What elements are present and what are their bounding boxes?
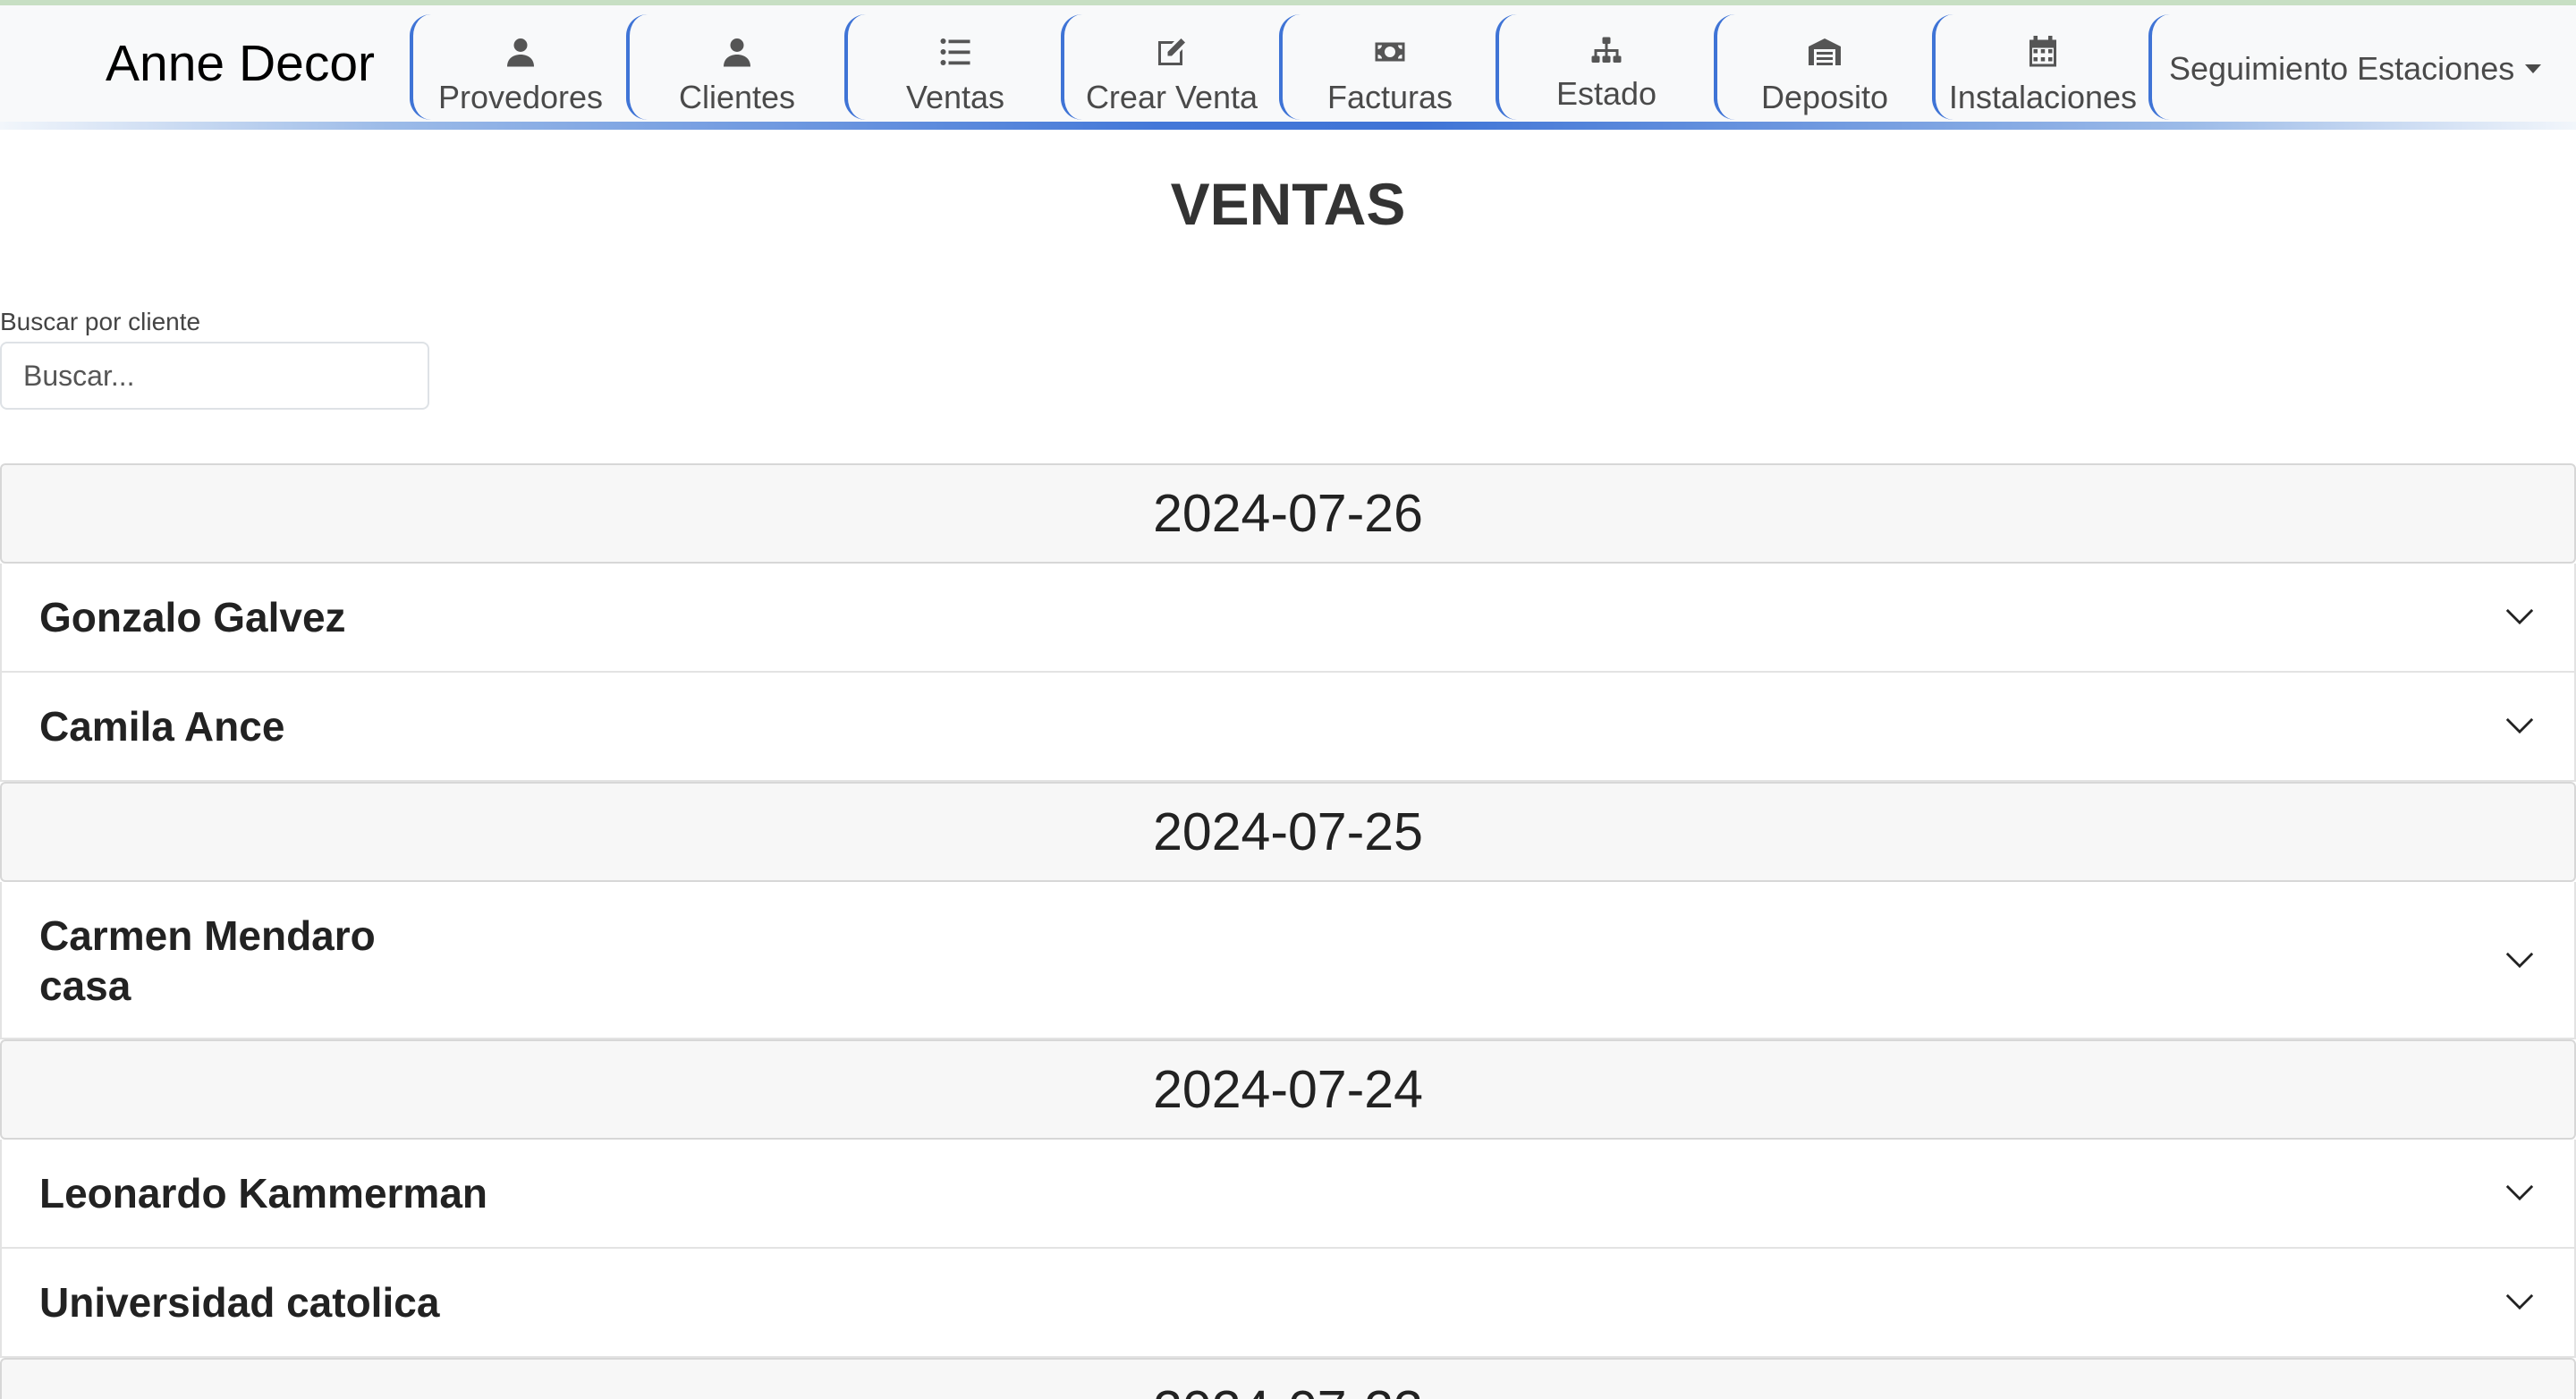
nav-label: Provedores xyxy=(437,79,604,115)
client-row-camila-ance[interactable]: Camila Ance xyxy=(0,673,2576,782)
nav-label: Crear Venta xyxy=(1085,79,1258,115)
date-header: 2024-07-24 xyxy=(0,1039,2576,1140)
user-icon xyxy=(719,34,755,70)
nav-item-facturas[interactable]: Facturas xyxy=(1279,14,1497,120)
nav-label: Estado xyxy=(1555,75,1657,112)
client-name: Leonardo Kammerman xyxy=(39,1170,488,1217)
money-bill-icon xyxy=(1372,34,1408,70)
chevron-down-icon[interactable] xyxy=(2504,601,2535,632)
list-icon xyxy=(937,34,973,70)
nav-item-deposito[interactable]: Deposito xyxy=(1714,14,1932,120)
nav-label: Facturas xyxy=(1326,79,1453,115)
navbar: Anne Decor Provedores Clientes Ventas Cr… xyxy=(0,0,2576,129)
caret-down-icon xyxy=(2525,64,2542,73)
sales-list: 2024-07-26 Gonzalo Galvez Camila Ance 20… xyxy=(0,463,2576,1399)
sitemap-icon xyxy=(1589,34,1624,70)
client-row-universidad-catolica[interactable]: Universidad catolica xyxy=(0,1249,2576,1358)
user-icon xyxy=(503,34,538,70)
warehouse-icon xyxy=(1807,34,1843,70)
chevron-down-icon[interactable] xyxy=(2504,945,2535,975)
page-title: VENTAS xyxy=(1170,171,1406,237)
seguimiento-estaciones-dropdown[interactable]: Seguimiento Estaciones xyxy=(2169,50,2542,88)
client-row-gonzalo-galvez[interactable]: Gonzalo Galvez xyxy=(0,564,2576,673)
nav-label: Clientes xyxy=(678,79,796,115)
brand-logo[interactable]: Anne Decor xyxy=(106,34,375,93)
client-row-leonardo-kammerman[interactable]: Leonardo Kammerman xyxy=(0,1140,2576,1249)
search-label: Buscar por cliente xyxy=(0,308,201,335)
client-row-carmen-mendaro[interactable]: Carmen Mendaro casa xyxy=(0,882,2576,1039)
dropdown-label: Seguimiento Estaciones xyxy=(2169,50,2515,87)
client-name: Carmen Mendaro casa xyxy=(39,912,376,1009)
date-header: 2024-07-23 xyxy=(0,1358,2576,1399)
nav-item-ventas[interactable]: Ventas xyxy=(844,14,1063,120)
nav-label: Deposito xyxy=(1760,79,1889,115)
chevron-down-icon[interactable] xyxy=(2504,1286,2535,1317)
nav-item-instalaciones[interactable]: Instalaciones xyxy=(1932,14,2150,120)
edit-icon xyxy=(1154,34,1190,70)
date-header: 2024-07-25 xyxy=(0,782,2576,882)
nav-label: Instalaciones xyxy=(1948,79,2138,115)
nav-item-estado[interactable]: Estado xyxy=(1496,14,1714,120)
page: Anne Decor Provedores Clientes Ventas Cr… xyxy=(0,0,2576,1399)
nav-item-provedores[interactable]: Provedores xyxy=(410,14,628,120)
client-name: Gonzalo Galvez xyxy=(39,594,346,640)
nav-item-clientes[interactable]: Clientes xyxy=(626,14,844,120)
nav-label: Ventas xyxy=(905,79,1005,115)
calendar-icon xyxy=(2025,34,2061,70)
nav-item-crear-venta[interactable]: Crear Venta xyxy=(1061,14,1279,120)
chevron-down-icon[interactable] xyxy=(2504,710,2535,741)
navbar-accent-line xyxy=(0,122,2576,130)
date-header: 2024-07-26 xyxy=(0,463,2576,564)
client-name: Universidad catolica xyxy=(39,1279,440,1326)
client-name: Camila Ance xyxy=(39,703,285,750)
chevron-down-icon[interactable] xyxy=(2504,1177,2535,1208)
search-input[interactable] xyxy=(0,342,429,410)
